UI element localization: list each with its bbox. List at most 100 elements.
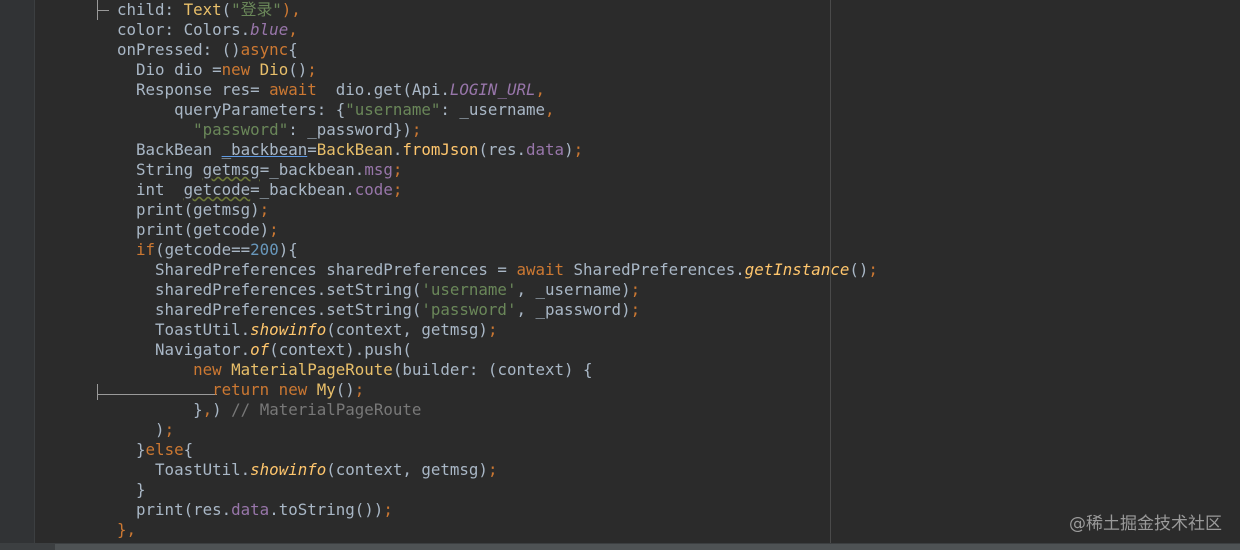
code-token: (: [221, 0, 232, 19]
code-line[interactable]: print(getmsg);: [117, 200, 269, 220]
code-token: }: [117, 400, 203, 419]
code-token: ;: [868, 260, 878, 279]
code-token: ;: [307, 60, 317, 79]
code-token: blue: [250, 20, 289, 39]
code-token: 'password': [421, 300, 517, 319]
code-token: data: [526, 140, 565, 159]
code-token: code: [354, 180, 393, 199]
code-token: ,: [288, 20, 298, 39]
code-token: return new: [212, 380, 317, 399]
code-token: sharedPreferences.setString(: [117, 300, 422, 319]
code-token: BackBean: [117, 140, 222, 159]
code-token: int: [117, 180, 184, 199]
code-line[interactable]: );: [117, 420, 174, 440]
code-token: Dio: [259, 60, 289, 79]
code-token: ;: [487, 460, 498, 479]
code-line[interactable]: int getcode=_backbean.code;: [117, 180, 402, 200]
code-token: ): [564, 140, 574, 159]
code-token: msg: [364, 160, 393, 179]
code-token: await: [516, 260, 574, 279]
code-token: fromJson: [402, 140, 479, 159]
code-line[interactable]: new MaterialPageRoute(builder: (context)…: [117, 360, 593, 380]
code-token: (): [288, 60, 308, 79]
code-token: async: [240, 40, 289, 59]
code-line[interactable]: print(getcode);: [117, 220, 279, 240]
code-token: =_backbean.: [259, 160, 365, 179]
code-token: {: [183, 440, 194, 459]
code-line[interactable]: return new My();: [117, 380, 364, 400]
code-token: sharedPreferences.setString(: [117, 280, 422, 299]
code-token: .toString()): [269, 500, 384, 519]
code-line[interactable]: },) // MaterialPageRoute: [117, 400, 421, 420]
code-token: ;: [573, 140, 584, 159]
code-token: getcode: [183, 180, 251, 199]
code-line[interactable]: ToastUtil.showinfo(context, getmsg);: [117, 320, 497, 340]
code-token: await: [269, 80, 317, 99]
code-token: data: [231, 500, 270, 519]
code-line[interactable]: String getmsg=_backbean.msg;: [117, 160, 402, 180]
code-line[interactable]: child: Text("登录"),: [117, 0, 301, 20]
code-line[interactable]: onPressed: ()async{: [117, 40, 298, 60]
code-token: // MaterialPageRoute: [231, 400, 422, 419]
code-line[interactable]: }: [117, 480, 146, 500]
code-token: Response res=: [117, 80, 270, 99]
code-token: ;: [383, 500, 393, 519]
horizontal-scrollbar-thumb[interactable]: [55, 544, 1240, 550]
code-token: new: [193, 360, 232, 379]
code-line[interactable]: },: [117, 520, 136, 540]
code-line[interactable]: Navigator.of(context).push(: [117, 340, 412, 360]
code-token: Dio dio =: [117, 60, 222, 79]
code-token: getmsg: [202, 160, 260, 179]
code-token: child:: [117, 0, 184, 19]
code-token: , _username): [516, 280, 631, 299]
code-token: _backbean: [221, 140, 308, 159]
code-token: else: [145, 440, 184, 459]
code-token: ToastUtil.: [117, 460, 251, 479]
code-token: ;: [392, 180, 403, 199]
code-line[interactable]: ToastUtil.showinfo(context, getmsg);: [117, 460, 497, 480]
code-token: 200: [250, 240, 279, 259]
code-line[interactable]: Response res= await dio.get(Api.LOGIN_UR…: [117, 80, 545, 100]
code-token: (builder: (context) {: [392, 360, 593, 379]
code-token: ,: [545, 100, 555, 119]
code-token: "password": [193, 120, 289, 139]
code-token: : _password}): [288, 120, 412, 139]
code-token: =: [307, 140, 317, 159]
code-token: queryParameters: {: [117, 100, 346, 119]
code-token: BackBean: [316, 140, 393, 159]
code-token: (getcode==: [155, 240, 251, 259]
code-token: ){: [278, 240, 298, 259]
code-line[interactable]: }else{: [117, 440, 193, 460]
code-line[interactable]: print(res.data.toString());: [117, 500, 393, 520]
code-token: SharedPreferences sharedPreferences =: [117, 260, 517, 279]
code-token: ),: [281, 0, 301, 19]
code-line[interactable]: sharedPreferences.setString('password', …: [117, 300, 640, 320]
watermark: @稀土掘金技术社区: [1069, 514, 1222, 534]
code-token: My: [316, 380, 336, 399]
code-line[interactable]: Dio dio =new Dio();: [117, 60, 317, 80]
code-token: ;: [259, 200, 270, 219]
code-token: new: [221, 60, 260, 79]
code-line[interactable]: queryParameters: {"username": _username,: [117, 100, 555, 120]
code-token: print(getmsg): [117, 200, 260, 219]
code-token: ): [212, 400, 232, 419]
code-line[interactable]: color: Colors.blue,: [117, 20, 298, 40]
code-token: (context, getmsg): [326, 320, 488, 339]
code-line[interactable]: BackBean _backbean=BackBean.fromJson(res…: [117, 140, 583, 160]
code-editor[interactable]: child: Text("登录"), color: Colors.blue, onP…: [0, 0, 1240, 550]
code-line[interactable]: "password": _password});: [117, 120, 421, 140]
code-token: of: [250, 340, 270, 359]
code-token: LOGIN_URL: [449, 80, 536, 99]
code-token: (): [849, 260, 869, 279]
code-token: color: Colors.: [117, 20, 251, 39]
code-line[interactable]: SharedPreferences sharedPreferences = aw…: [117, 260, 878, 280]
code-token: if: [136, 240, 156, 259]
code-line[interactable]: if(getcode==200){: [117, 240, 298, 260]
code-line[interactable]: sharedPreferences.setString('username', …: [117, 280, 640, 300]
code-token: {: [288, 40, 298, 59]
code-token: =_backbean.: [250, 180, 355, 199]
code-token: print(res.: [117, 500, 232, 519]
